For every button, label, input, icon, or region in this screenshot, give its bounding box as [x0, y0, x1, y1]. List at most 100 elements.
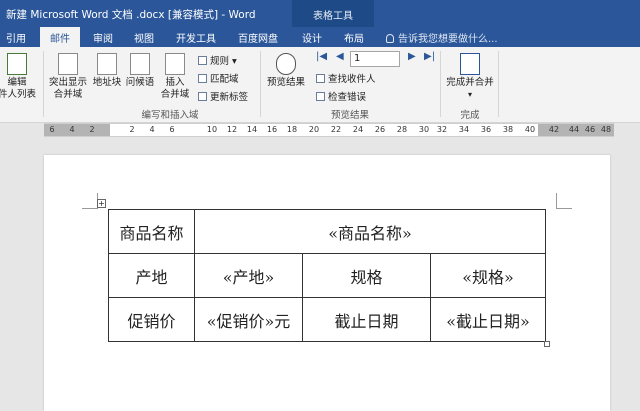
edit-recipient-list-button[interactable]: 编辑 件人列表: [0, 53, 40, 101]
tab-references[interactable]: 引用: [6, 27, 26, 47]
tab-developer[interactable]: 开发工具: [176, 27, 216, 47]
table-cell[interactable]: 商品名称: [108, 209, 195, 254]
last-record-icon[interactable]: ▶|: [424, 51, 435, 62]
rules-button[interactable]: 规则 ▾: [198, 53, 237, 67]
update-labels-icon: [198, 92, 207, 101]
ruler-tick-label: 4: [69, 125, 75, 134]
finish-merge-button[interactable]: 完成并合并 ▾: [444, 53, 496, 101]
preview-results-label: 预览结果: [266, 77, 305, 88]
find-recipient-icon: [316, 74, 325, 83]
tab-baidu-netdisk[interactable]: 百度网盘: [238, 27, 278, 47]
ruler-tick-label: 6: [49, 125, 55, 134]
record-number-input[interactable]: 1: [350, 51, 400, 67]
greeting-line-label: 问候语: [125, 77, 155, 88]
group-separator: [260, 51, 261, 117]
horizontal-ruler[interactable]: 6 4 2 2 4 6 10 12 14 16 18 20 22 24 26 2…: [44, 123, 614, 137]
crop-mark-top-right: [556, 193, 572, 209]
ruler-tick-label: 26: [374, 125, 386, 134]
ribbon: 编辑 件人列表 突出显示 合并域 地址块 问候语 插入 合并域 规则 ▾ 匹配域…: [0, 47, 640, 123]
tab-review[interactable]: 审阅: [93, 27, 113, 47]
ruler-tick-label: 2: [89, 125, 95, 134]
previous-record-icon[interactable]: ◀: [336, 51, 344, 62]
group-separator: [498, 51, 499, 117]
match-fields-label: 匹配域: [210, 74, 239, 85]
insert-merge-field-icon: [165, 53, 185, 75]
finish-merge-label: 完成并合并: [446, 77, 494, 88]
greeting-line-icon: [130, 53, 150, 75]
title-bar: 新建 Microsoft Word 文档 .docx [兼容模式] - Word…: [0, 0, 640, 27]
merge-table: 商品名称 «商品名称» 产地 «产地» 规格 «规格» 促销价 «促销价»元 截…: [108, 209, 546, 342]
chevron-down-icon: ▾: [467, 90, 472, 99]
insert-merge-field-button[interactable]: 插入 合并域: [156, 53, 194, 101]
group-label-write-insert: 编写和插入域: [141, 110, 199, 121]
table-move-handle-icon[interactable]: +: [97, 199, 106, 208]
table-row: 促销价 «促销价»元 截止日期 «截止日期»: [108, 297, 546, 342]
tab-design[interactable]: 设计: [302, 27, 322, 47]
table-cell[interactable]: «规格»: [430, 253, 546, 298]
ruler-tick-label: 32: [436, 125, 448, 134]
ruler-tick-label: 20: [308, 125, 320, 134]
table-tools-context-label: 表格工具: [292, 0, 374, 27]
table-resize-handle[interactable]: [544, 341, 550, 347]
ruler-tick-label: 28: [396, 125, 408, 134]
finish-merge-icon: [460, 53, 480, 75]
table-cell[interactable]: «商品名称»: [194, 209, 546, 254]
find-recipient-button[interactable]: 查找收件人: [316, 71, 376, 85]
tell-me-text: 告诉我您想要做什么...: [398, 34, 498, 45]
highlight-merge-fields-label: 突出显示 合并域: [48, 77, 87, 100]
ruler-tick-label: 30: [418, 125, 430, 134]
find-recipient-label: 查找收件人: [328, 74, 376, 85]
ruler-tick-label: 6: [169, 125, 175, 134]
ruler-tick-label: 16: [266, 125, 278, 134]
greeting-line-button[interactable]: 问候语: [124, 53, 156, 89]
address-block-button[interactable]: 地址块: [90, 53, 124, 89]
group-label-finish: 完成: [460, 110, 480, 121]
tell-me-search[interactable]: 告诉我您想要做什么...: [386, 30, 498, 45]
check-errors-button[interactable]: 检查错误: [316, 89, 366, 103]
tab-mailings[interactable]: 邮件: [40, 27, 80, 47]
check-errors-icon: [316, 92, 325, 101]
ruler-tick-label: 34: [458, 125, 470, 134]
update-labels-button[interactable]: 更新标签: [198, 89, 248, 103]
ruler-tick-label: 10: [206, 125, 218, 134]
table-cell[interactable]: 截止日期: [302, 297, 431, 342]
tab-layout[interactable]: 布局: [344, 27, 364, 47]
tab-view[interactable]: 视图: [134, 27, 154, 47]
recipient-list-icon: [7, 53, 27, 75]
table-cell[interactable]: «产地»: [194, 253, 303, 298]
check-errors-label: 检查错误: [328, 92, 367, 103]
ruler-tick-label: 40: [524, 125, 536, 134]
table-cell[interactable]: 促销价: [108, 297, 195, 342]
table-row: 商品名称 «商品名称»: [108, 209, 546, 254]
window-title: 新建 Microsoft Word 文档 .docx [兼容模式] - Word: [6, 9, 256, 21]
ruler-tick-label: 46: [584, 125, 596, 134]
rules-label: 规则: [210, 56, 230, 67]
highlight-merge-fields-button[interactable]: 突出显示 合并域: [46, 53, 90, 101]
preview-results-button[interactable]: 预览结果: [264, 53, 308, 89]
table-cell[interactable]: 规格: [302, 253, 431, 298]
match-fields-button[interactable]: 匹配域: [198, 71, 239, 85]
table-cell[interactable]: «促销价»元: [194, 297, 303, 342]
ruler-tick-label: 48: [600, 125, 612, 134]
ruler-tick-label: 4: [149, 125, 155, 134]
table-cell[interactable]: «截止日期»: [430, 297, 546, 342]
first-record-icon[interactable]: |◀: [316, 51, 327, 62]
group-separator: [43, 51, 44, 117]
ruler-tick-label: 12: [226, 125, 238, 134]
ruler-tick-label: 38: [502, 125, 514, 134]
preview-abc-icon: [276, 53, 296, 75]
edit-recipient-list-label: 编辑 件人列表: [0, 77, 36, 100]
ruler-tick-label: 14: [246, 125, 258, 134]
insert-merge-field-label: 插入 合并域: [160, 77, 190, 100]
ruler-tick-label: 24: [352, 125, 364, 134]
match-fields-icon: [198, 74, 207, 83]
ruler-tick-label: 2: [129, 125, 135, 134]
table-row: 产地 «产地» 规格 «规格»: [108, 253, 546, 298]
ruler-tick-label: 36: [480, 125, 492, 134]
ruler-tick-label: 22: [330, 125, 342, 134]
table-cell[interactable]: 产地: [108, 253, 195, 298]
group-label-preview: 预览结果: [330, 110, 369, 121]
group-separator: [440, 51, 441, 117]
next-record-icon[interactable]: ▶: [408, 51, 416, 62]
address-block-label: 地址块: [92, 77, 122, 88]
